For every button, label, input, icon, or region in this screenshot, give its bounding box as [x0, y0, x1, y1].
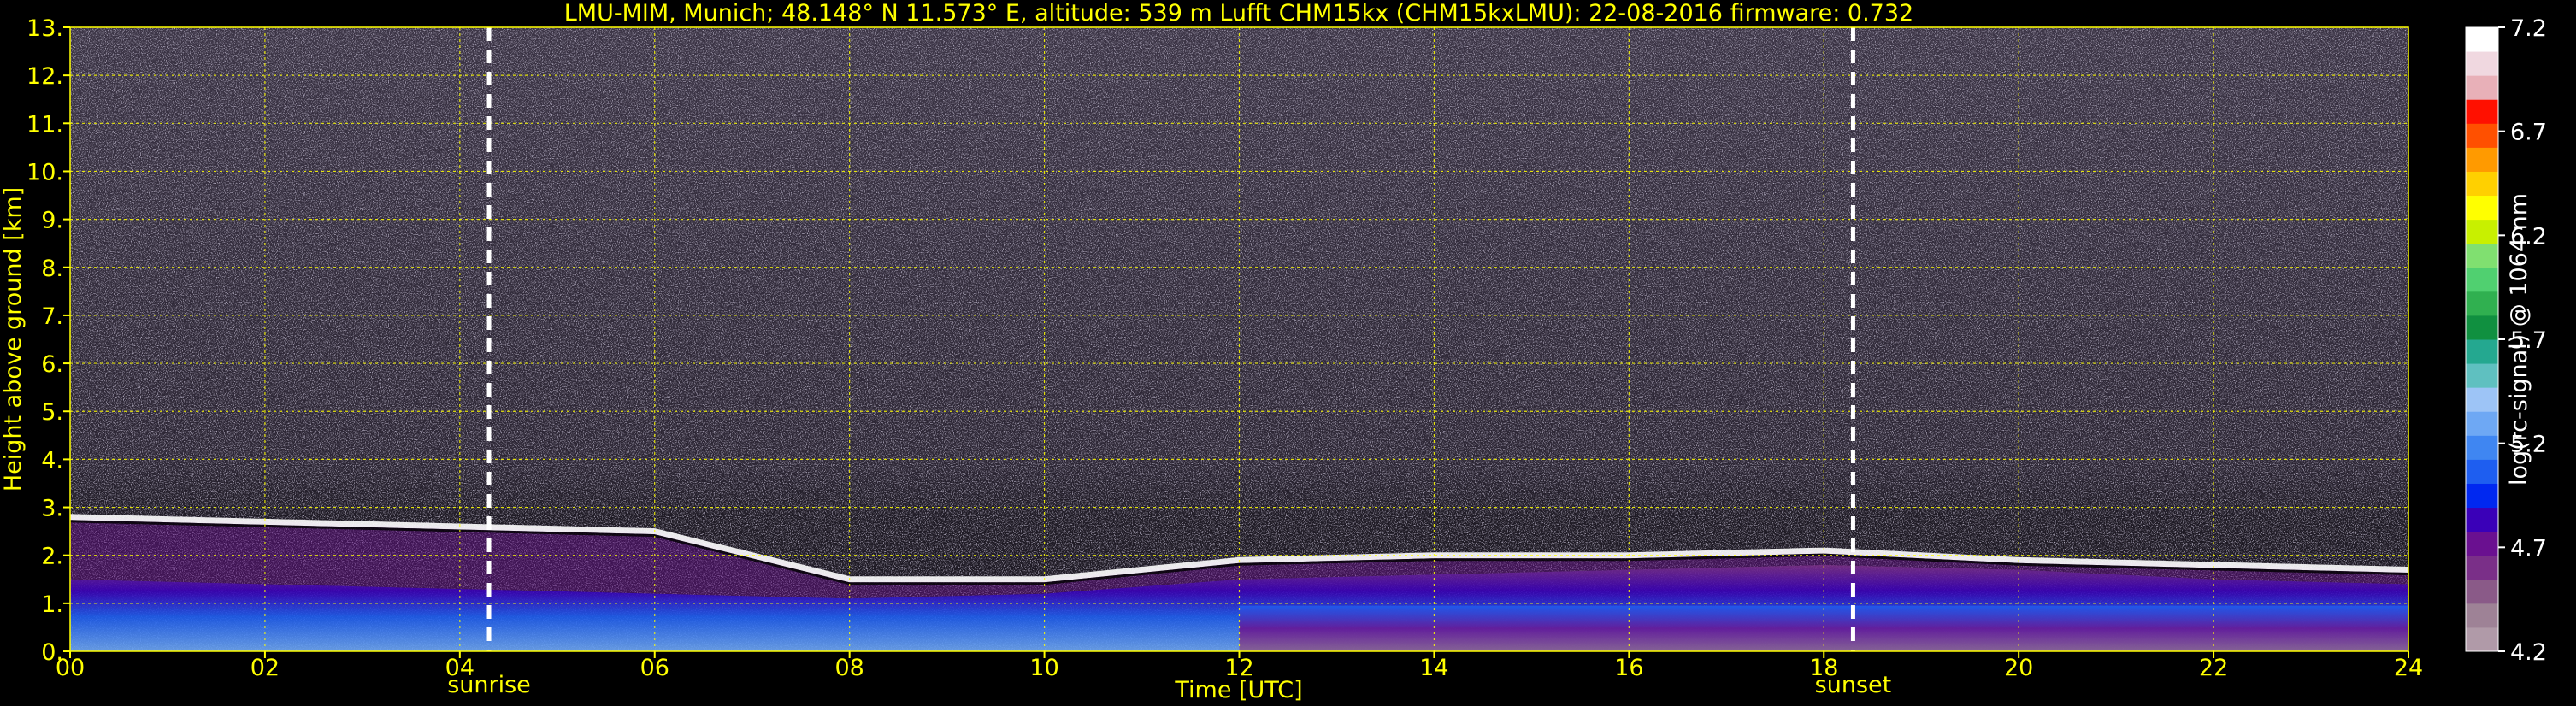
- colorbar-swatch: [2466, 243, 2498, 268]
- colorbar-tick-label: 4.7: [2510, 535, 2547, 562]
- colorbar-swatch: [2466, 27, 2498, 52]
- x-tick-label: 14: [1419, 655, 1448, 681]
- colorbar-swatch: [2466, 315, 2498, 340]
- colorbar-swatch: [2466, 339, 2498, 364]
- y-tick-label: 4.: [41, 447, 63, 474]
- y-tick-label: 1.: [41, 591, 63, 618]
- colorbar-swatch: [2466, 171, 2498, 197]
- colorbar-swatch: [2466, 387, 2498, 412]
- colorbar-swatch: [2466, 147, 2498, 172]
- colorbar-label: log(rc-signal) @ 1064 nm: [2506, 193, 2532, 485]
- x-tick-label: 18: [1809, 655, 1838, 681]
- colorbar-swatch: [2466, 219, 2498, 244]
- y-tick-label: 5.: [41, 399, 63, 426]
- colorbar-swatch: [2466, 291, 2498, 316]
- y-tick-label: 7.: [41, 303, 63, 330]
- colorbar-swatch: [2466, 411, 2498, 436]
- x-tick-label: 20: [2004, 655, 2033, 681]
- colorbar-swatch: [2466, 555, 2498, 580]
- y-tick-label: 12.: [27, 63, 63, 90]
- y-tick-label: 6.: [41, 351, 63, 378]
- colorbar-tick-label: 6.7: [2510, 120, 2547, 146]
- y-axis-ticks: 0.1.2.3.4.5.6.7.8.9.10.11.12.13.: [27, 15, 70, 666]
- x-tick-label: 10: [1029, 655, 1058, 681]
- x-tick-label: 06: [640, 655, 669, 681]
- colorbar-swatch: [2466, 603, 2498, 628]
- colorbar-swatch: [2466, 51, 2498, 76]
- y-tick-label: 9.: [41, 208, 63, 234]
- y-tick-label: 8.: [41, 256, 63, 282]
- x-tick-label: 00: [56, 655, 85, 681]
- y-tick-label: 11.: [27, 111, 63, 138]
- y-tick-label: 13.: [27, 15, 63, 42]
- y-tick-label: 10.: [27, 159, 63, 185]
- colorbar-swatch: [2466, 195, 2498, 221]
- chart-title: LMU-MIM, Munich; 48.148° N 11.573° E, al…: [564, 0, 1913, 26]
- colorbar-tick-label: 7.2: [2510, 15, 2547, 42]
- colorbar-swatch: [2466, 267, 2498, 292]
- colorbar-swatch: [2466, 627, 2498, 652]
- colorbar-swatch: [2466, 99, 2498, 124]
- x-tick-label: 08: [834, 655, 864, 681]
- x-tick-label: 16: [1614, 655, 1643, 681]
- colorbar-swatch: [2466, 579, 2498, 604]
- x-tick-label: 04: [445, 655, 475, 681]
- colorbar-swatch: [2466, 531, 2498, 556]
- colorbar-tick-label: 4.2: [2510, 639, 2547, 666]
- y-tick-label: 3.: [41, 496, 63, 522]
- colorbar-swatch: [2466, 459, 2498, 484]
- ceilometer-chart: LMU-MIM, Munich; 48.148° N 11.573° E, al…: [0, 0, 2547, 703]
- y-tick-label: 2.: [41, 544, 63, 570]
- x-tick-label: 02: [251, 655, 280, 681]
- colorbar-swatch: [2466, 483, 2498, 509]
- colorbar-swatch: [2466, 123, 2498, 148]
- x-tick-label: 24: [2394, 655, 2423, 681]
- colorbar-swatch: [2466, 507, 2498, 532]
- y-axis-label: Height above ground [km]: [0, 187, 27, 491]
- colorbar-swatch: [2466, 75, 2498, 100]
- colorbar-swatch: [2466, 363, 2498, 388]
- x-tick-label: 22: [2199, 655, 2228, 681]
- colorbar-swatch: [2466, 435, 2498, 460]
- x-axis-label: Time [UTC]: [1174, 677, 1302, 703]
